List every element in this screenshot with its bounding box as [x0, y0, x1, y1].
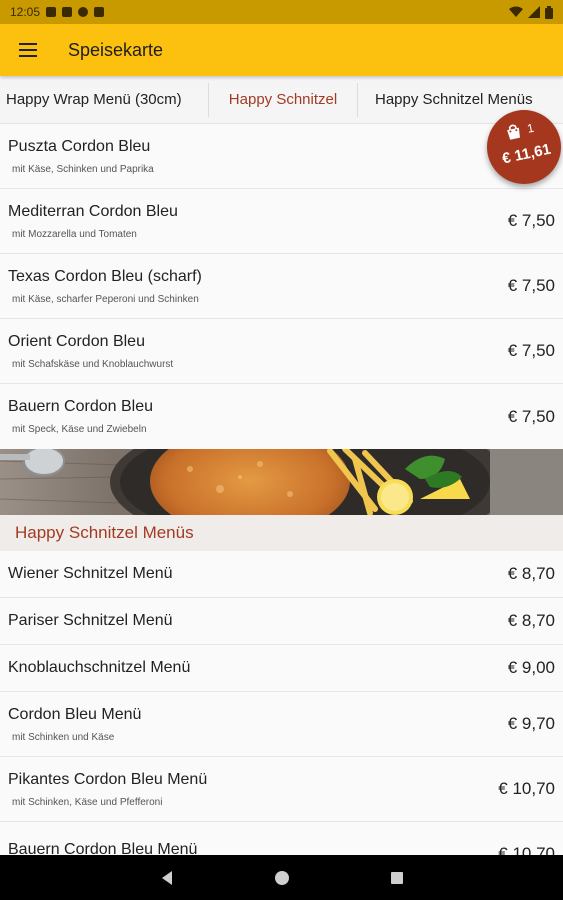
signal-icon	[528, 6, 540, 18]
menu-item[interactable]: Bauern Cordon Bleu mit Speck, Käse und Zw…	[0, 384, 563, 449]
menu-icon	[19, 43, 37, 57]
app-bar: Speisekarte	[0, 24, 563, 76]
recents-icon[interactable]	[390, 871, 404, 885]
menu-item-name: Wiener Schnitzel Menü	[8, 565, 173, 582]
menu-item[interactable]: Puszta Cordon Bleu mit Käse, Schinken und…	[0, 124, 563, 189]
navigation-bar	[0, 855, 563, 900]
menu-item[interactable]: Mediterran Cordon Bleu mit Mozzarella und…	[0, 189, 563, 254]
schnitzel-photo	[0, 449, 563, 515]
menu-item-name: Knoblauchschnitzel Menü	[8, 659, 191, 676]
page-title: Speisekarte	[68, 39, 164, 60]
cart-total: € 11,61	[500, 140, 553, 168]
menu-button[interactable]	[0, 24, 56, 76]
category-tabs: Happy Wrap Menü (30cm) Happy Schnitzel H…	[0, 76, 563, 124]
menu-item-description: mit Speck, Käse und Zwiebeln	[12, 424, 147, 435]
menu-item-description: mit Schinken und Käse	[12, 731, 115, 743]
menu-item-price: € 7,50	[507, 406, 555, 426]
menu-item-name: Mediterran Cordon Bleu	[8, 202, 178, 220]
battery-icon	[545, 5, 553, 19]
menu-item-name: Puszta Cordon Bleu	[8, 137, 151, 155]
menu-item-price: € 8,70	[507, 564, 555, 583]
tab-happy-wrap-menu[interactable]: Happy Wrap Menü (30cm)	[0, 76, 208, 123]
menu-item-description: mit Mozzarella und Tomaten	[12, 228, 137, 240]
menu-item-name: Pikantes Cordon Bleu Menü	[8, 770, 208, 788]
menu-item-price: € 10,70	[498, 779, 555, 798]
menu-item-price: € 8,70	[507, 611, 555, 630]
menu-item[interactable]: Knoblauchschnitzel Menü € 9,00	[0, 645, 563, 692]
menu-item-description: mit Schinken, Käse und Pfefferoni	[12, 796, 163, 808]
menu-list-bottom: Wiener Schnitzel Menü € 8,70 Pariser Sch…	[0, 551, 563, 855]
menu-item[interactable]: Texas Cordon Bleu (scharf) mit Käse, scha…	[0, 254, 563, 319]
notification-icon	[46, 7, 57, 17]
menu-item-price: € 7,50	[507, 276, 555, 295]
menu-item-description: mit Käse, Schinken und Paprika	[12, 163, 154, 175]
tab-happy-schnitzel[interactable]: Happy Schnitzel	[209, 76, 357, 123]
menu-item-price: € 7,50	[507, 211, 555, 230]
menu-item-name: Texas Cordon Bleu (scharf)	[8, 267, 202, 285]
menu-item-description: mit Schafskäse und Knoblauchwurst	[12, 358, 174, 370]
menu-item-price: € 7,50	[507, 341, 555, 360]
shopping-bag-icon	[507, 124, 520, 140]
notification-icon	[62, 7, 73, 17]
menu-item[interactable]: Cordon Bleu Menü mit Schinken und Käse € …	[0, 692, 563, 757]
menu-item-name: Pariser Schnitzel Menü	[8, 612, 173, 629]
menu-item-description: mit Käse, scharfer Peperoni und Schinken	[12, 293, 199, 305]
menu-item-name: Orient Cordon Bleu	[8, 332, 145, 350]
menu-item-price: € 9,70	[507, 714, 555, 733]
section-banner-image	[0, 449, 563, 515]
menu-list[interactable]: Puszta Cordon Bleu mit Käse, Schinken und…	[0, 124, 563, 855]
menu-item-name: Cordon Bleu Menü	[8, 705, 142, 723]
wifi-icon	[509, 6, 523, 17]
section-title: Happy Schnitzel Menüs	[0, 515, 563, 551]
cart-button[interactable]: 1 € 11,61	[487, 110, 561, 184]
menu-item[interactable]: Orient Cordon Bleu mit Schafskäse und Kno…	[0, 319, 563, 384]
menu-item-price: € 10,70	[498, 844, 555, 855]
menu-item[interactable]: Bauern Cordon Bleu Menü € 10,70	[0, 822, 563, 855]
back-icon[interactable]	[160, 870, 174, 886]
status-bar: 12:05	[0, 0, 563, 24]
menu-item-name: Bauern Cordon Bleu Menü	[8, 841, 198, 855]
home-icon[interactable]	[274, 870, 290, 886]
menu-item-price: € 9,00	[507, 658, 555, 677]
menu-item-name: Bauern Cordon Bleu	[8, 398, 153, 415]
status-time: 12:05	[10, 5, 41, 19]
menu-item[interactable]: Pariser Schnitzel Menü € 8,70	[0, 598, 563, 645]
cart-item-count: 1	[525, 120, 536, 136]
sd-card-icon	[94, 7, 105, 17]
menu-list-top: Puszta Cordon Bleu mit Käse, Schinken und…	[0, 124, 563, 449]
notification-icon	[78, 7, 89, 17]
menu-item[interactable]: Wiener Schnitzel Menü € 8,70	[0, 551, 563, 598]
menu-item[interactable]: Pikantes Cordon Bleu Menü mit Schinken, K…	[0, 757, 563, 822]
